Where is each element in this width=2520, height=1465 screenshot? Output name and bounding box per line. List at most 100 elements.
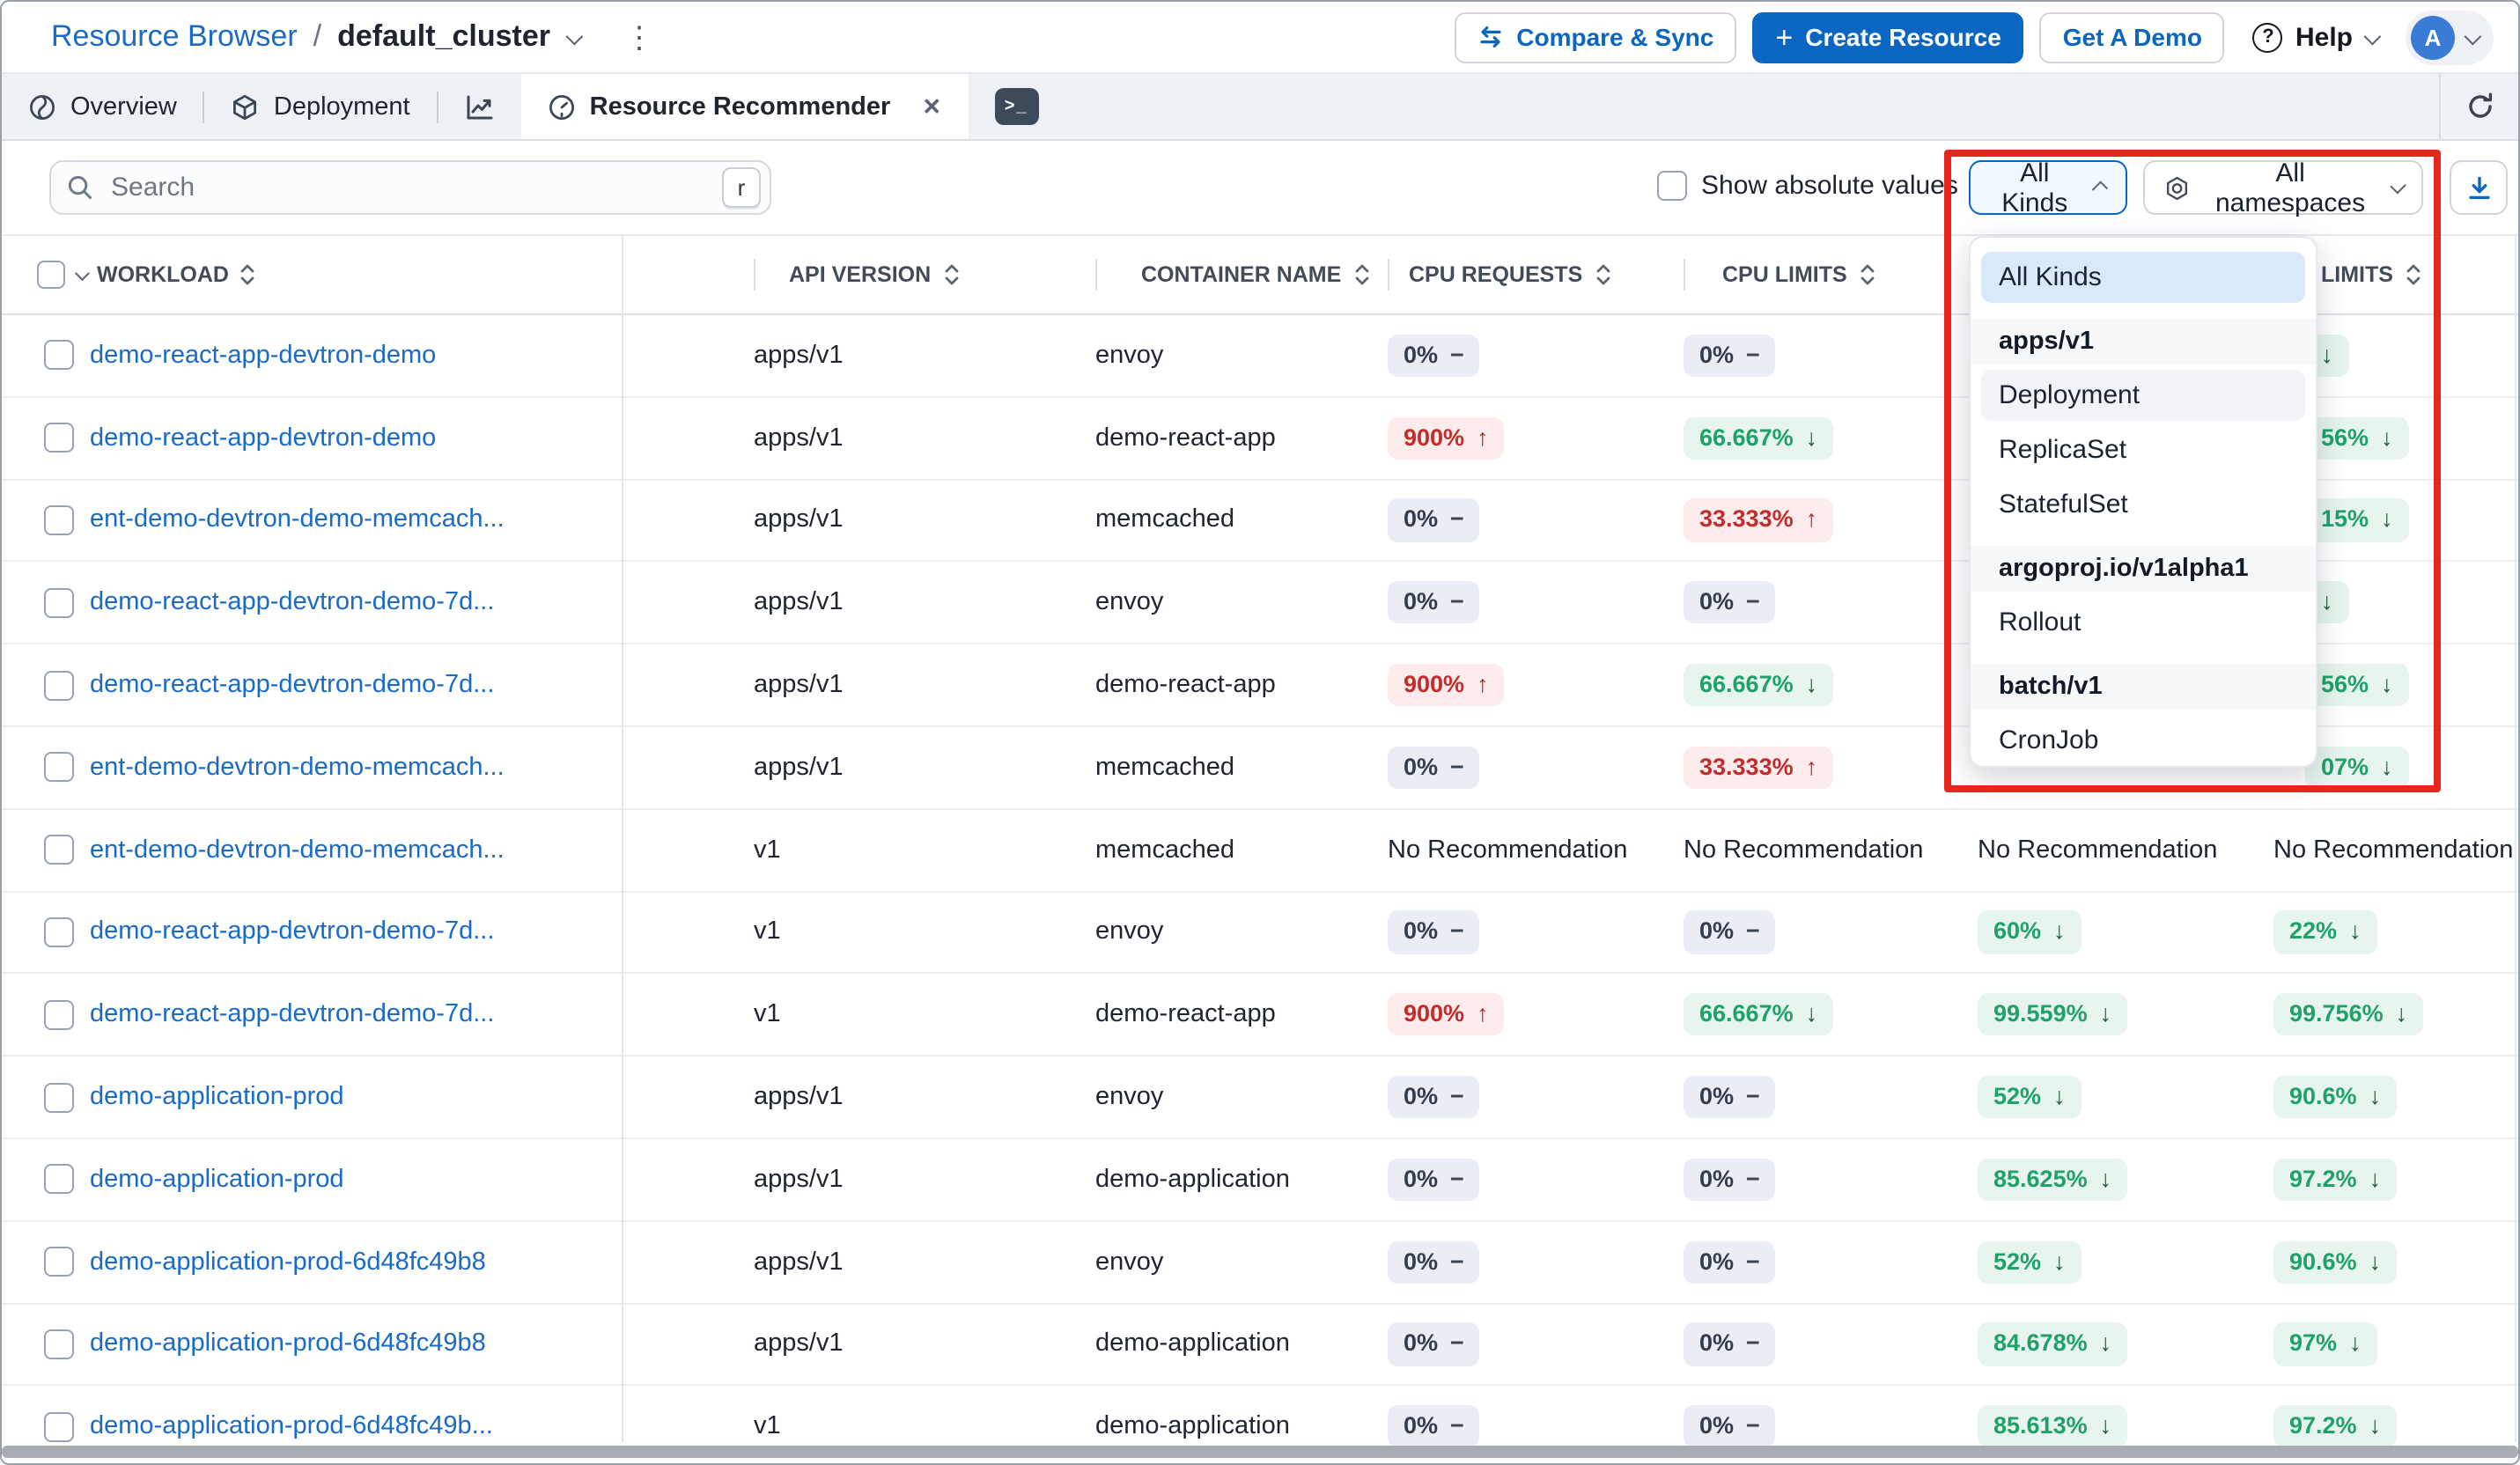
row-checkbox[interactable] (44, 752, 74, 783)
cpu-requests-badge: 900% ↑ (1388, 663, 1505, 707)
sort-icon[interactable] (943, 262, 959, 287)
badge-value: 0% (1699, 1329, 1735, 1357)
kind-option-cronjob[interactable]: CronJob (1981, 715, 2305, 766)
row-checkbox[interactable] (44, 423, 74, 453)
compare-sync-button[interactable]: Compare & Sync (1455, 11, 1737, 63)
api-version-cell: apps/v1 (754, 1248, 844, 1277)
close-tab-icon[interactable]: ✕ (922, 92, 941, 121)
api-version-cell: apps/v1 (754, 588, 844, 617)
row-checkbox[interactable] (44, 835, 74, 865)
workload-link[interactable]: demo-react-app-devtron-demo-7d... (90, 671, 494, 699)
column-memory-limits[interactable]: LIMITS (2321, 262, 2393, 287)
kind-option-deployment[interactable]: Deployment (1981, 370, 2305, 421)
cpu-limits-cell: 66.667% ↓ (1684, 663, 1978, 707)
absolute-values-checkbox[interactable] (1657, 171, 1687, 201)
tab-resource-recommender[interactable]: Resource Recommender ✕ (520, 74, 969, 139)
memory-limits-badge: 99.756% ↓ (2273, 993, 2424, 1036)
kind-option-all-kinds[interactable]: All Kinds (1981, 252, 2305, 303)
tab-overview-label: Overview (70, 92, 177, 121)
workload-link[interactable]: ent-demo-devtron-demo-memcach... (90, 754, 505, 782)
workload-link[interactable]: demo-application-prod (90, 1166, 344, 1194)
badge-value: 66.667% (1699, 423, 1794, 451)
get-a-demo-button[interactable]: Get A Demo (2039, 11, 2225, 63)
column-cpu-limits[interactable]: CPU LIMITS (1722, 262, 1847, 287)
workload-link[interactable]: demo-application-prod-6d48fc49b8 (90, 1248, 486, 1276)
sort-icon[interactable] (2406, 262, 2421, 287)
sort-icon[interactable] (1860, 262, 1875, 287)
row-checkbox[interactable] (44, 1164, 74, 1195)
sort-icon[interactable] (1595, 262, 1610, 287)
row-checkbox[interactable] (44, 340, 74, 371)
kind-option-rollout[interactable]: Rollout (1981, 597, 2305, 648)
cluster-name[interactable]: default_cluster (337, 19, 550, 55)
workload-link[interactable]: demo-react-app-devtron-demo-7d... (90, 589, 494, 617)
sort-icon[interactable] (1353, 262, 1369, 287)
tab-deployment[interactable]: Deployment (205, 74, 437, 139)
horizontal-scrollbar[interactable] (2, 1446, 2518, 1458)
user-menu[interactable]: A (2406, 10, 2494, 64)
select-all-checkbox[interactable] (37, 261, 65, 289)
memory-limits-badge: 97.2% ↓ (2273, 1158, 2398, 1201)
workload-link[interactable]: ent-demo-devtron-demo-memcach... (90, 836, 505, 864)
memory-limits-badge: 07% ↓ (2305, 746, 2409, 789)
row-checkbox[interactable] (44, 504, 74, 535)
column-cpu-requests[interactable]: CPU REQUESTS (1409, 262, 1582, 287)
cpu-requests-badge: 0% − (1388, 1240, 1480, 1284)
row-checkbox[interactable] (44, 1329, 74, 1359)
cpu-requests-badge: 0% − (1388, 1405, 1480, 1448)
refresh-button[interactable] (2439, 74, 2518, 139)
kind-option-replicaset[interactable]: ReplicaSet (1981, 424, 2305, 475)
row-checkbox[interactable] (44, 1247, 74, 1277)
workload-link[interactable]: demo-react-app-devtron-demo-7d... (90, 1001, 494, 1029)
trend-flat-icon: − (1450, 1412, 1464, 1439)
kind-filter-button[interactable]: All Kinds (1969, 158, 2127, 217)
namespace-icon (2166, 175, 2188, 200)
tab-terminal[interactable]: >_ (968, 74, 1065, 139)
namespace-filter-button[interactable]: All namespaces (2143, 158, 2423, 217)
trend-down-icon: ↓ (2053, 1082, 2066, 1109)
download-button[interactable] (2450, 160, 2508, 215)
badge-value: 97.2% (2289, 1165, 2357, 1192)
cluster-chevron-down-icon[interactable] (564, 26, 583, 45)
row-checkbox[interactable] (44, 587, 74, 618)
search-input[interactable] (107, 171, 708, 204)
memory-limits-badge: 15% ↓ (2305, 498, 2409, 542)
chevron-down-icon (2389, 178, 2406, 195)
workload-link[interactable]: demo-react-app-devtron-demo (90, 423, 436, 452)
create-resource-button[interactable]: + Create Resource (1752, 11, 2024, 63)
kind-option-statefulset[interactable]: StatefulSet (1981, 479, 2305, 530)
row-checkbox[interactable] (44, 1082, 74, 1113)
tab-overview[interactable]: Overview (2, 74, 203, 139)
workload-link[interactable]: ent-demo-devtron-demo-memcach... (90, 506, 505, 534)
help-menu[interactable]: ? Help (2252, 22, 2382, 52)
trend-flat-icon: − (1450, 1165, 1464, 1192)
tab-chart[interactable] (438, 74, 521, 139)
kebab-menu-icon[interactable]: ⋮ (624, 22, 654, 52)
container-name-cell: demo-application (1095, 1412, 1290, 1441)
badge-value: 33.333% (1699, 505, 1794, 533)
workload-link[interactable]: demo-application-prod (90, 1083, 344, 1111)
workload-link[interactable]: demo-react-app-devtron-demo (90, 342, 436, 370)
workload-link[interactable]: demo-application-prod-6d48fc49b... (90, 1413, 493, 1441)
breadcrumb-resource-browser[interactable]: Resource Browser (51, 19, 298, 55)
sort-icon[interactable] (239, 262, 255, 287)
container-name-cell: demo-react-app (1095, 423, 1276, 453)
cpu-limits-cell: 0% − (1684, 910, 1978, 954)
workload-link[interactable]: demo-application-prod-6d48fc49b8 (90, 1330, 486, 1358)
breadcrumb-separator: / (313, 19, 322, 53)
select-all-chevron-icon[interactable] (74, 266, 90, 282)
workload-cell: demo-application-prod-6d48fc49b8 (2, 1329, 622, 1359)
cpu-limits-badge: 0% − (1684, 1405, 1776, 1448)
trend-down-icon: ↓ (1805, 670, 1818, 697)
row-checkbox[interactable] (44, 999, 74, 1030)
search-box[interactable]: r (49, 160, 771, 215)
column-api-version[interactable]: API VERSION (789, 262, 931, 287)
workload-link[interactable]: demo-react-app-devtron-demo-7d... (90, 918, 494, 946)
row-checkbox[interactable] (44, 670, 74, 701)
row-checkbox[interactable] (44, 917, 74, 947)
column-container-name[interactable]: CONTAINER NAME (1141, 262, 1341, 287)
row-checkbox[interactable] (44, 1411, 74, 1442)
column-workload[interactable]: WORKLOAD (97, 262, 229, 287)
badge-value: 90.6% (2289, 1082, 2357, 1109)
show-absolute-values-toggle[interactable]: Show absolute values (1657, 171, 1958, 201)
